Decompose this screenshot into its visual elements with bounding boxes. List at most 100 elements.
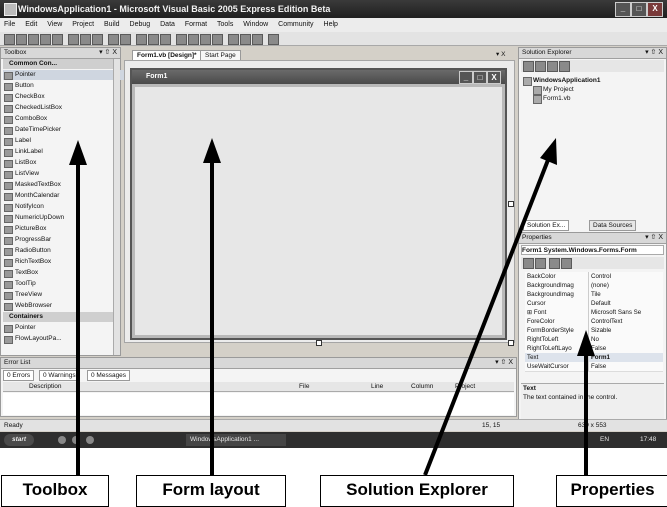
add-item-icon[interactable] bbox=[16, 34, 27, 45]
format-icon[interactable] bbox=[268, 34, 279, 45]
stop-icon[interactable] bbox=[160, 34, 171, 45]
properties-icon[interactable] bbox=[523, 61, 534, 72]
properties-view-icon[interactable] bbox=[549, 258, 560, 269]
toolbox-item[interactable]: PictureBox bbox=[3, 224, 125, 234]
toolbox-item[interactable]: TreeView bbox=[3, 290, 125, 300]
toolbox-pin-controls[interactable]: ▾ ⇧ X bbox=[99, 48, 117, 58]
align-right-icon[interactable] bbox=[252, 34, 263, 45]
toolbox-item[interactable]: ProgressBar bbox=[3, 235, 125, 245]
toolbox-item[interactable]: Button bbox=[3, 81, 125, 91]
toolbox-item[interactable]: ListView bbox=[3, 169, 125, 179]
minimize-button[interactable]: _ bbox=[615, 2, 631, 17]
toolbox-item[interactable]: Pointer bbox=[3, 70, 125, 80]
menu-format[interactable]: Format bbox=[181, 18, 211, 32]
error-list-pin-controls[interactable]: ▾ ⇧ X bbox=[495, 358, 513, 368]
tab-data-sources[interactable]: Data Sources bbox=[589, 220, 637, 231]
toolbox-item[interactable]: NotifyIcon bbox=[3, 202, 125, 212]
object-selector[interactable]: Form1 System.Windows.Forms.Form bbox=[521, 245, 664, 255]
toolbox-item[interactable]: Label bbox=[3, 136, 125, 146]
properties-window-icon[interactable] bbox=[200, 34, 211, 45]
menu-project[interactable]: Project bbox=[68, 18, 98, 32]
column-file[interactable]: File bbox=[299, 382, 309, 391]
toolbox-scrollbar[interactable] bbox=[113, 59, 120, 355]
toolbox-item[interactable]: CheckedListBox bbox=[3, 103, 125, 113]
quicklaunch-desktop-icon[interactable] bbox=[72, 436, 80, 444]
start-debug-icon[interactable] bbox=[136, 34, 147, 45]
cut-icon[interactable] bbox=[68, 34, 79, 45]
solution-explorer-icon[interactable] bbox=[188, 34, 199, 45]
document-close-button[interactable]: ▾ X bbox=[496, 50, 505, 59]
toolbox-item[interactable]: ListBox bbox=[3, 158, 125, 168]
paste-icon[interactable] bbox=[92, 34, 103, 45]
pause-icon[interactable] bbox=[148, 34, 159, 45]
toolbox-section-containers[interactable]: Containers bbox=[3, 312, 119, 322]
view-code-icon[interactable] bbox=[559, 61, 570, 72]
toolbox-icon[interactable] bbox=[212, 34, 223, 45]
toolbox-item[interactable]: ToolTip bbox=[3, 279, 125, 289]
align-left-icon[interactable] bbox=[228, 34, 239, 45]
new-project-icon[interactable] bbox=[4, 34, 15, 45]
menu-help[interactable]: Help bbox=[320, 18, 342, 32]
taskbar-app-button[interactable]: WindowsApplication1 ... bbox=[186, 434, 286, 446]
toolbox-item[interactable]: FlowLayoutPa... bbox=[3, 334, 125, 344]
toolbox-item[interactable]: Pointer bbox=[3, 323, 125, 333]
resize-handle-bottom[interactable] bbox=[316, 340, 322, 346]
quicklaunch-media-icon[interactable] bbox=[86, 436, 94, 444]
toolbox-item[interactable]: CheckBox bbox=[3, 92, 125, 102]
toolbox-item[interactable]: TextBox bbox=[3, 268, 125, 278]
toolbox-item[interactable]: LinkLabel bbox=[3, 147, 125, 157]
toolbox-item[interactable]: MonthCalendar bbox=[3, 191, 125, 201]
tree-node-form1[interactable]: Form1.vb bbox=[533, 94, 570, 104]
start-button[interactable]: start bbox=[4, 434, 35, 446]
properties-pin-controls[interactable]: ▾ ⇧ X bbox=[645, 233, 663, 243]
toolbox-item[interactable]: DateTimePicker bbox=[3, 125, 125, 135]
menu-edit[interactable]: Edit bbox=[21, 18, 41, 32]
menu-file[interactable]: File bbox=[0, 18, 19, 32]
language-indicator[interactable]: EN bbox=[600, 432, 609, 448]
column-description[interactable]: Description bbox=[29, 382, 62, 391]
copy-icon[interactable] bbox=[80, 34, 91, 45]
errors-filter[interactable]: 0 Errors bbox=[3, 370, 35, 381]
open-file-icon[interactable] bbox=[28, 34, 39, 45]
solution-explorer-pin-controls[interactable]: ▾ ⇧ X bbox=[645, 48, 663, 58]
redo-icon[interactable] bbox=[120, 34, 131, 45]
column-column[interactable]: Column bbox=[411, 382, 433, 391]
toolbox-item[interactable]: RadioButton bbox=[3, 246, 125, 256]
save-icon[interactable] bbox=[40, 34, 51, 45]
resize-handle-right[interactable] bbox=[508, 201, 514, 207]
maximize-button[interactable]: □ bbox=[631, 2, 647, 17]
show-all-files-icon[interactable] bbox=[535, 61, 546, 72]
events-icon[interactable] bbox=[561, 258, 572, 269]
resize-handle-corner[interactable] bbox=[508, 340, 514, 346]
undo-icon[interactable] bbox=[108, 34, 119, 45]
column-project[interactable]: Project bbox=[455, 382, 475, 391]
messages-filter[interactable]: 0 Messages bbox=[87, 370, 131, 381]
tree-node-project[interactable]: WindowsApplication1 bbox=[523, 76, 600, 86]
toolbox-item[interactable]: NumericUpDown bbox=[3, 213, 125, 223]
property-row[interactable]: UseWaitCursor False bbox=[525, 362, 663, 372]
quicklaunch-ie-icon[interactable] bbox=[58, 436, 66, 444]
menu-build[interactable]: Build bbox=[100, 18, 124, 32]
toolbox-section-common[interactable]: Common Con... bbox=[3, 59, 119, 69]
close-button[interactable]: X bbox=[647, 2, 663, 17]
tree-node-my-project[interactable]: My Project bbox=[533, 85, 574, 95]
form1-window[interactable]: Form1 _ □ X bbox=[130, 68, 507, 340]
toolbox-item[interactable]: WebBrowser bbox=[3, 301, 125, 311]
toolbox-item[interactable]: ComboBox bbox=[3, 114, 125, 124]
align-center-icon[interactable] bbox=[240, 34, 251, 45]
menu-window[interactable]: Window bbox=[239, 18, 272, 32]
menu-tools[interactable]: Tools bbox=[213, 18, 237, 32]
menu-view[interactable]: View bbox=[43, 18, 66, 32]
menu-data[interactable]: Data bbox=[156, 18, 179, 32]
warnings-filter[interactable]: 0 Warnings bbox=[39, 370, 80, 381]
refresh-icon[interactable] bbox=[547, 61, 558, 72]
form1-client-area[interactable] bbox=[135, 87, 502, 335]
tab-solution-explorer[interactable]: Solution Ex... bbox=[523, 220, 570, 231]
alphabetical-icon[interactable] bbox=[535, 258, 546, 269]
column-line[interactable]: Line bbox=[371, 382, 383, 391]
save-all-icon[interactable] bbox=[52, 34, 63, 45]
toolbox-item[interactable]: MaskedTextBox bbox=[3, 180, 125, 190]
find-icon[interactable] bbox=[176, 34, 187, 45]
menu-community[interactable]: Community bbox=[274, 18, 317, 32]
toolbox-item[interactable]: RichTextBox bbox=[3, 257, 125, 267]
